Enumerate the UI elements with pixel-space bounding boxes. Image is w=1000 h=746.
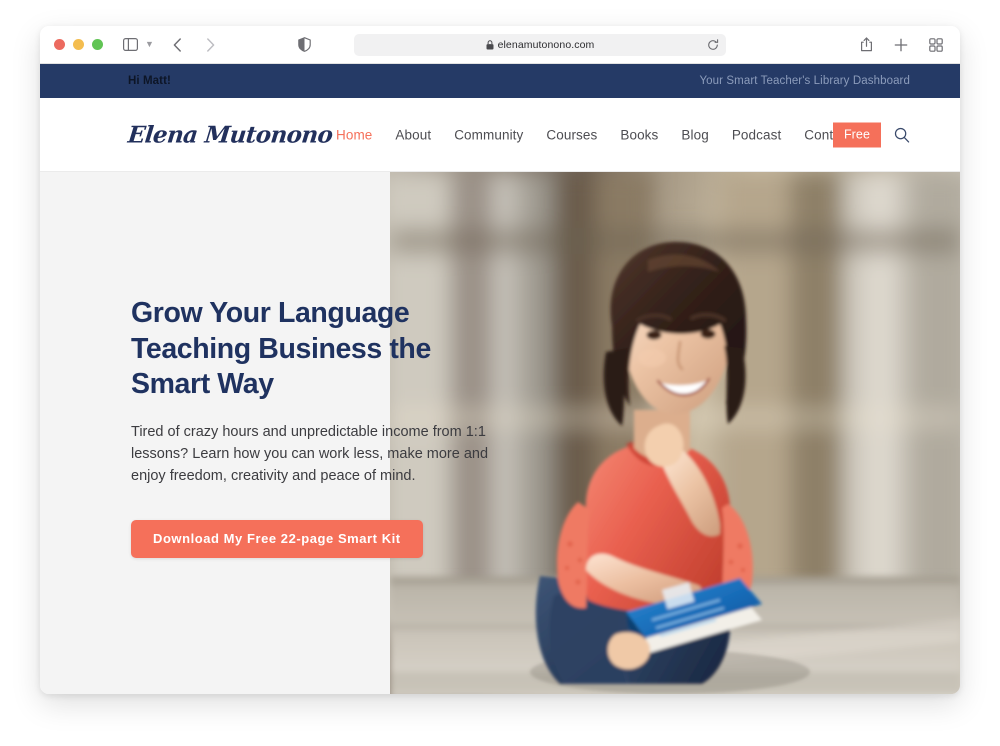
announcement-bar: Hi Matt! Your Smart Teacher's Library Da… [40, 64, 960, 98]
browser-toolbar: ▼ elenamutonono.com [40, 26, 960, 64]
hero-content: Grow Your Language Teaching Business the… [131, 296, 501, 558]
dashboard-tagline[interactable]: Your Smart Teacher's Library Dashboard [699, 75, 910, 87]
tab-overview-icon[interactable] [925, 34, 947, 56]
plus-icon[interactable] [890, 34, 912, 56]
sidebar-toggle-icon[interactable] [119, 34, 141, 56]
back-arrow-icon[interactable] [167, 34, 189, 56]
site-logo[interactable]: Elena Mutonono [127, 121, 334, 148]
hero-subtitle: Tired of crazy hours and unpredictable i… [131, 423, 489, 484]
reload-icon[interactable] [707, 38, 719, 51]
close-window-button[interactable] [54, 39, 65, 50]
window-traffic-lights [54, 39, 103, 50]
sidebar-controls: ▼ [119, 34, 154, 56]
greeting-text: Hi Matt! [128, 75, 171, 87]
site-header: Elena Mutonono Home About Community Cour… [40, 98, 960, 172]
page-viewport: Hi Matt! Your Smart Teacher's Library Da… [40, 64, 960, 694]
minimize-window-button[interactable] [73, 39, 84, 50]
nav-item-courses[interactable]: Courses [546, 127, 597, 142]
privacy-shield-icon[interactable] [293, 34, 315, 56]
main-navigation: Home About Community Courses Books Blog … [336, 127, 852, 142]
hero-section: Grow Your Language Teaching Business the… [40, 172, 960, 694]
forward-arrow-icon [200, 34, 222, 56]
url-text: elenamutonono.com [497, 38, 595, 51]
nav-item-community[interactable]: Community [454, 127, 523, 142]
cta-label: Download My Free 22-page Smart Kit [153, 531, 401, 547]
free-button-label: Free [843, 127, 871, 142]
nav-item-podcast[interactable]: Podcast [732, 127, 781, 142]
lock-icon [486, 39, 494, 50]
nav-item-home[interactable]: Home [336, 127, 372, 142]
navigation-arrows [167, 34, 222, 56]
browser-window: ▼ elenamutonono.com Hi Matt! Your Smart … [40, 26, 960, 694]
toolbar-right-actions [855, 34, 947, 56]
nav-item-books[interactable]: Books [620, 127, 658, 142]
free-button[interactable]: Free [833, 122, 881, 147]
nav-item-blog[interactable]: Blog [681, 127, 708, 142]
url-bar[interactable]: elenamutonono.com [354, 33, 726, 56]
maximize-window-button[interactable] [92, 39, 103, 50]
chevron-down-icon[interactable]: ▼ [145, 40, 154, 49]
share-icon[interactable] [855, 34, 877, 56]
search-icon[interactable] [894, 127, 910, 143]
nav-item-about[interactable]: About [395, 127, 431, 142]
hero-title: Grow Your Language Teaching Business the… [131, 297, 431, 401]
download-smart-kit-button[interactable]: Download My Free 22-page Smart Kit [131, 519, 423, 558]
